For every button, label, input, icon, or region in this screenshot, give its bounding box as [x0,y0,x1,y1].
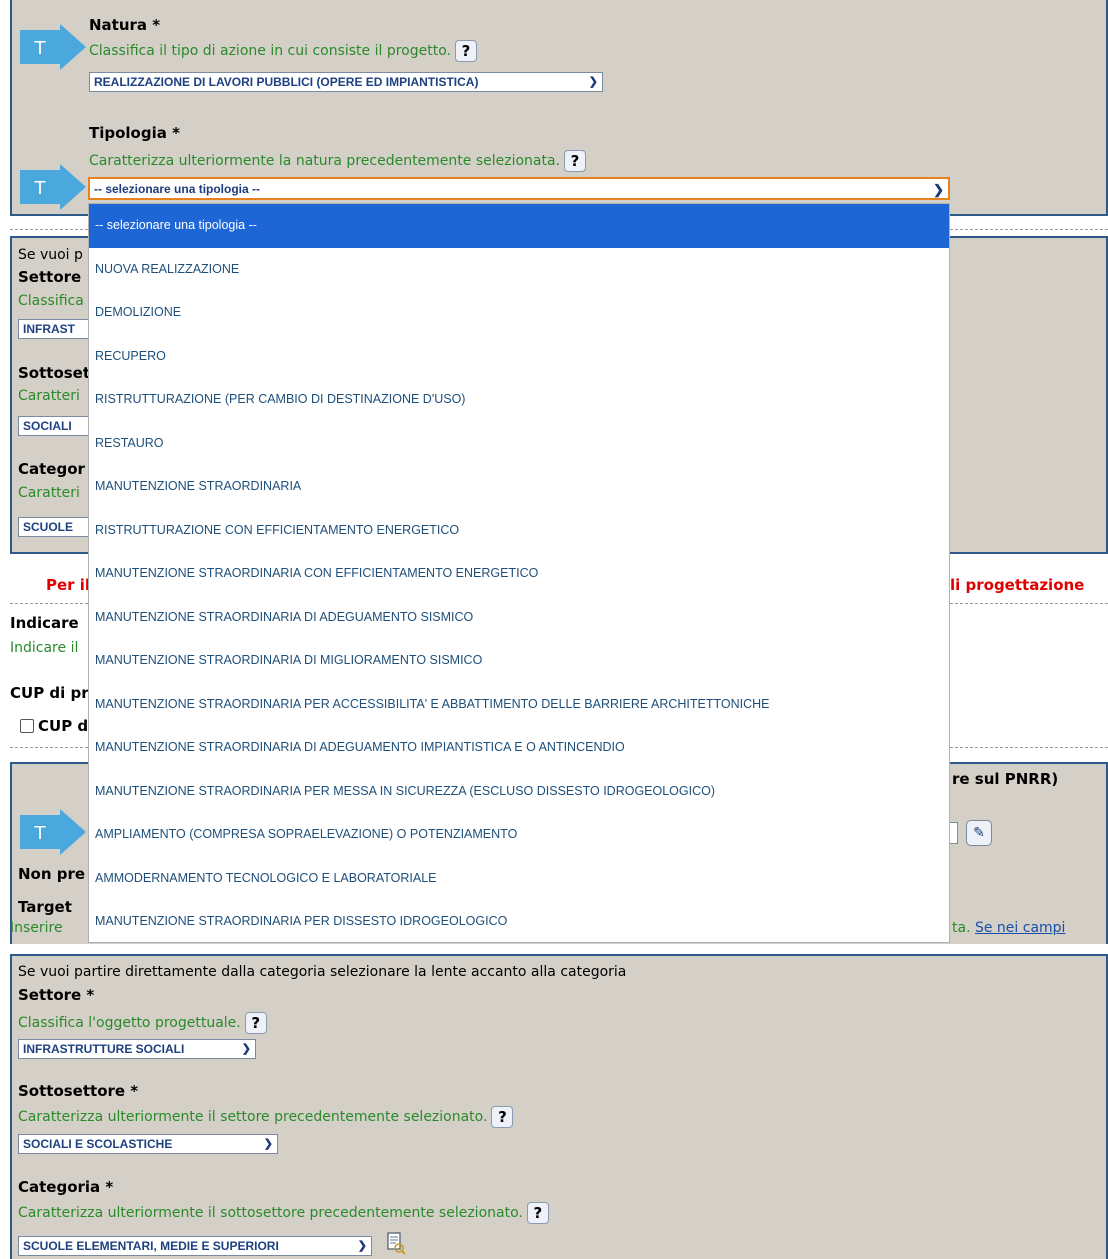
categoria-description: Caratterizza ulteriormente il sottosetto… [18,1202,549,1224]
target-description-tail: ta. Se nei campi [952,920,1066,936]
categoria-select[interactable]: SCUOLE ELEMENTARI, MEDIE E SUPERIORI ❯ [18,1236,372,1256]
cup-checkbox[interactable] [20,719,34,733]
chevron-down-icon: ❯ [241,1043,251,1055]
svg-text:T: T [34,38,47,59]
svg-text:T: T [34,823,47,844]
dropdown-option[interactable]: RISTRUTTURAZIONE CON EFFICIENTAMENTO ENE… [89,509,949,553]
sottosettore-label: Sottosettore * [18,1082,139,1100]
settore-description: Classifica l'oggetto progettuale.? [18,1012,267,1034]
help-icon[interactable]: ? [491,1106,514,1128]
categoria-label: Categoria * [18,1178,114,1196]
cup-label: CUP di pr [10,684,89,702]
pencil-icon[interactable]: ✎ [966,820,992,846]
dropdown-option[interactable]: MANUTENZIONE STRAORDINARIA PER DISSESTO … [89,900,949,942]
svg-text:T: T [34,178,47,199]
dropdown-option[interactable]: RECUPERO [89,335,949,379]
t-arrow-icon: T [20,809,86,855]
help-icon[interactable]: ? [244,1012,267,1034]
target-link[interactable]: Se nei campi [975,920,1065,936]
pnrr-input-edge[interactable] [950,822,958,844]
settore-description: Classifica [18,293,84,309]
sottosettore-label: Sottoset [18,364,91,382]
dropdown-option[interactable]: -- selezionare una tipologia -- [89,204,949,248]
settore-select[interactable]: INFRASTRUTTURE SOCIALI ❯ [18,1039,256,1059]
chevron-down-icon: ❯ [588,76,598,88]
tipologia-description: Caratterizza ulteriormente la natura pre… [89,150,587,172]
sottosettore-description: Caratteri [18,388,80,404]
warning-heading-tail: li progettazione [950,576,1085,594]
natura-description: Classifica il tipo di azione in cui cons… [89,40,477,62]
settore-label: Settore [18,268,82,286]
intro-text: Se vuoi partire direttamente dalla categ… [18,964,627,980]
lens-document-icon[interactable] [386,1232,406,1256]
tipologia-label: Tipologia * [89,124,180,142]
dropdown-option[interactable]: AMMODERNAMENTO TECNOLOGICO E LABORATORIA… [89,857,949,901]
t-arrow-icon: T [20,164,86,210]
pnrr-heading: re sul PNRR) [952,770,1059,788]
chevron-down-icon: ❯ [357,1240,367,1252]
dropdown-option[interactable]: MANUTENZIONE STRAORDINARIA [89,465,949,509]
tipologia-dropdown-list[interactable]: -- selezionare una tipologia -- NUOVA REA… [88,203,950,943]
dropdown-option[interactable]: MANUTENZIONE STRAORDINARIA PER MESSA IN … [89,770,949,814]
dropdown-option[interactable]: RISTRUTTURAZIONE (PER CAMBIO DI DESTINAZ… [89,378,949,422]
help-icon[interactable]: ? [455,40,477,62]
target-label: Target [18,898,72,916]
dropdown-option[interactable]: RESTAURO [89,422,949,466]
sottosettore-select[interactable]: SOCIALI E SCOLASTICHE ❯ [18,1134,278,1154]
natura-select[interactable]: REALIZZAZIONE DI LAVORI PUBBLICI (OPERE … [89,72,603,92]
tipologia-select[interactable]: -- selezionare una tipologia -- ❯ [88,177,950,200]
indicare-description: Indicare il [10,640,79,656]
dropdown-option[interactable]: AMPLIAMENTO (COMPRESA SOPRAELEVAZIONE) O… [89,813,949,857]
categoria-label: Categor [18,460,85,478]
t-arrow-icon: T [20,24,86,70]
dropdown-option[interactable]: DEMOLIZIONE [89,291,949,335]
sottosettore-description: Caratterizza ulteriormente il settore pr… [18,1106,514,1128]
chevron-down-icon: ❯ [263,1138,273,1150]
help-icon[interactable]: ? [526,1202,549,1224]
categoria-description: Caratteri [18,485,80,501]
dropdown-option[interactable]: MANUTENZIONE STRAORDINARIA CON EFFICIENT… [89,552,949,596]
intro-text: Se vuoi p [18,247,83,263]
dropdown-option[interactable]: MANUTENZIONE STRAORDINARIA DI ADEGUAMENT… [89,596,949,640]
non-pre-label: Non pre [18,865,86,883]
settore-label: Settore * [18,986,95,1004]
indicare-label: Indicare [10,614,79,632]
dropdown-option[interactable]: MANUTENZIONE STRAORDINARIA DI MIGLIORAME… [89,639,949,683]
chevron-down-icon: ❯ [933,182,944,197]
target-description: Inserire [10,920,63,936]
dropdown-option[interactable]: MANUTENZIONE STRAORDINARIA PER ACCESSIBI… [89,683,949,727]
help-icon[interactable]: ? [564,150,587,172]
cup-checkbox-label: CUP d [38,717,89,735]
dropdown-option[interactable]: NUOVA REALIZZAZIONE [89,248,949,292]
natura-label: Natura * [89,16,161,34]
dropdown-option[interactable]: MANUTENZIONE STRAORDINARIA DI ADEGUAMENT… [89,726,949,770]
